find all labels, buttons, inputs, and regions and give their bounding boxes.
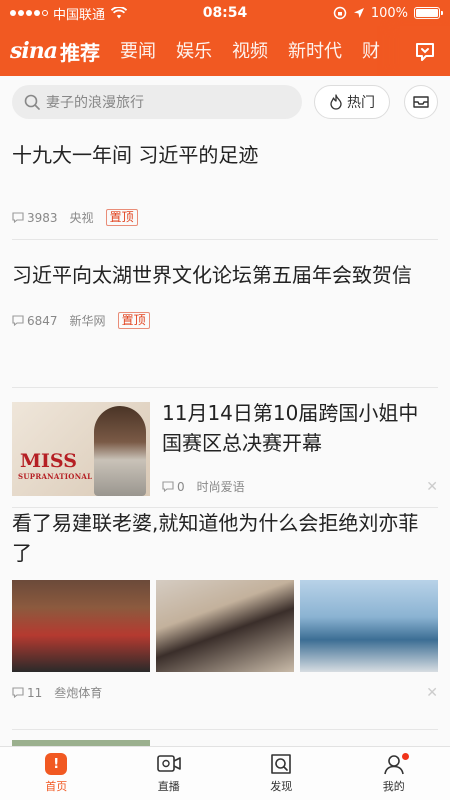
rotation-lock-icon [333,6,347,20]
tab-video[interactable]: 视频 [232,37,268,66]
feed-item-title[interactable]: 看了易建联老婆,就知道他为什么会拒绝刘亦菲了 [12,508,438,568]
discover-icon [271,754,292,774]
inbox-button[interactable] [404,85,438,119]
comment-count: 0 [177,479,185,494]
notification-dot [401,753,409,760]
channel-tabs: 推荐 要闻 娱乐 视频 新时代 财 [60,37,400,66]
comment-count: 6847 [27,313,58,328]
tabbar-discover[interactable]: 发现 [225,747,338,800]
app-header: 中国联通 08:54 100% sina 推荐 要闻 娱乐 视频 新时代 财 [0,0,450,76]
thumbnail-text: MISS [20,450,77,472]
news-source: 央视 [69,211,94,225]
battery-icon [414,7,443,19]
news-thumbnail[interactable]: MISS SUPRANATIONAL [12,402,150,496]
tabbar-home[interactable]: ! 首页 [0,747,113,800]
feed-item-meta: 11 叁炮体育 ✕ [12,684,438,701]
image-gallery [12,580,438,672]
flame-icon [330,94,342,110]
news-source: 叁炮体育 [54,686,103,700]
pinned-badge: 置顶 [117,312,150,329]
thumbnail-subtext: SUPRANATIONAL [18,472,93,481]
search-placeholder: 妻子的浪漫旅行 [46,95,144,111]
feed-item-meta: 6847 新华网 置顶 [12,312,438,329]
search-icon [24,94,40,110]
pinned-badge: 置顶 [105,209,138,226]
feed-item-title[interactable]: 11月14日第10届跨国小姐中国赛区总决赛开幕 [162,398,438,458]
comment-icon [12,212,24,223]
tabbar-profile[interactable]: 我的 [338,747,450,800]
comment-icon [12,315,24,326]
hot-button[interactable]: 热门 [314,85,390,119]
news-feed: 十九大一年间 习近平的足迹 3983 央视 置顶 习近平向太湖世界文化论坛第五届… [0,128,450,760]
comment-count: 3983 [27,210,58,225]
tab-recommend[interactable]: 推荐 [60,37,100,66]
carrier-name: 中国联通 [53,7,106,23]
tabbar-label: 我的 [382,780,405,793]
channel-menu-button[interactable] [400,26,450,76]
search-input[interactable]: 妻子的浪漫旅行 [12,85,302,119]
battery-percent: 100% [370,5,408,21]
sina-logo[interactable]: sina [0,38,60,64]
news-source: 新华网 [69,314,106,328]
comment-count: 11 [27,685,43,700]
tabbar-label: 首页 [45,780,68,793]
tabbar-live[interactable]: 直播 [113,747,226,800]
tabbar-label: 直播 [157,780,180,793]
location-icon [353,8,364,18]
tab-new-era[interactable]: 新时代 [288,37,342,66]
feed-item[interactable]: 习近平向太湖世界文化论坛第五届年会致贺信 6847 新华网 置顶 [12,240,438,388]
live-icon [156,755,181,772]
feed-item[interactable]: 看了易建联老婆,就知道他为什么会拒绝刘亦菲了 11 叁炮体育 ✕ [12,508,438,730]
dismiss-icon[interactable]: ✕ [426,685,438,701]
feed-item-meta: 3983 央视 置顶 [12,209,438,226]
feed-item-title[interactable]: 十九大一年间 习近平的足迹 [12,140,438,170]
feed-item[interactable]: MISS SUPRANATIONAL 11月14日第10届跨国小姐中国赛区总决赛… [12,388,438,508]
search-row: 妻子的浪漫旅行 热门 [0,76,450,128]
signal-icon [10,10,48,16]
dismiss-icon[interactable]: ✕ [426,479,438,495]
news-source: 时尚爱语 [196,480,245,494]
wifi-icon [111,7,128,19]
tabbar-label: 发现 [270,780,293,793]
comment-icon [162,481,174,492]
tab-news[interactable]: 要闻 [120,37,156,66]
hot-label: 热门 [347,95,375,111]
home-icon: ! [45,753,68,775]
comment-icon [12,687,24,698]
bottom-tab-bar: ! 首页 直播 发现 我的 [0,746,450,800]
feed-item[interactable]: 十九大一年间 习近平的足迹 3983 央视 置顶 [12,128,438,240]
tab-entertainment[interactable]: 娱乐 [176,37,212,66]
channel-edit-icon [416,43,434,61]
status-bar: 中国联通 08:54 100% [0,0,450,26]
feed-item-meta: 0 时尚爱语 ✕ [162,478,438,495]
gallery-image[interactable] [156,580,294,672]
feed-item-title[interactable]: 习近平向太湖世界文化论坛第五届年会致贺信 [12,260,438,290]
gallery-image[interactable] [12,580,150,672]
inbox-icon [413,96,429,108]
gallery-image[interactable] [300,580,438,672]
pageant-contestant-image [94,406,146,496]
tab-finance[interactable]: 财 [362,37,380,66]
